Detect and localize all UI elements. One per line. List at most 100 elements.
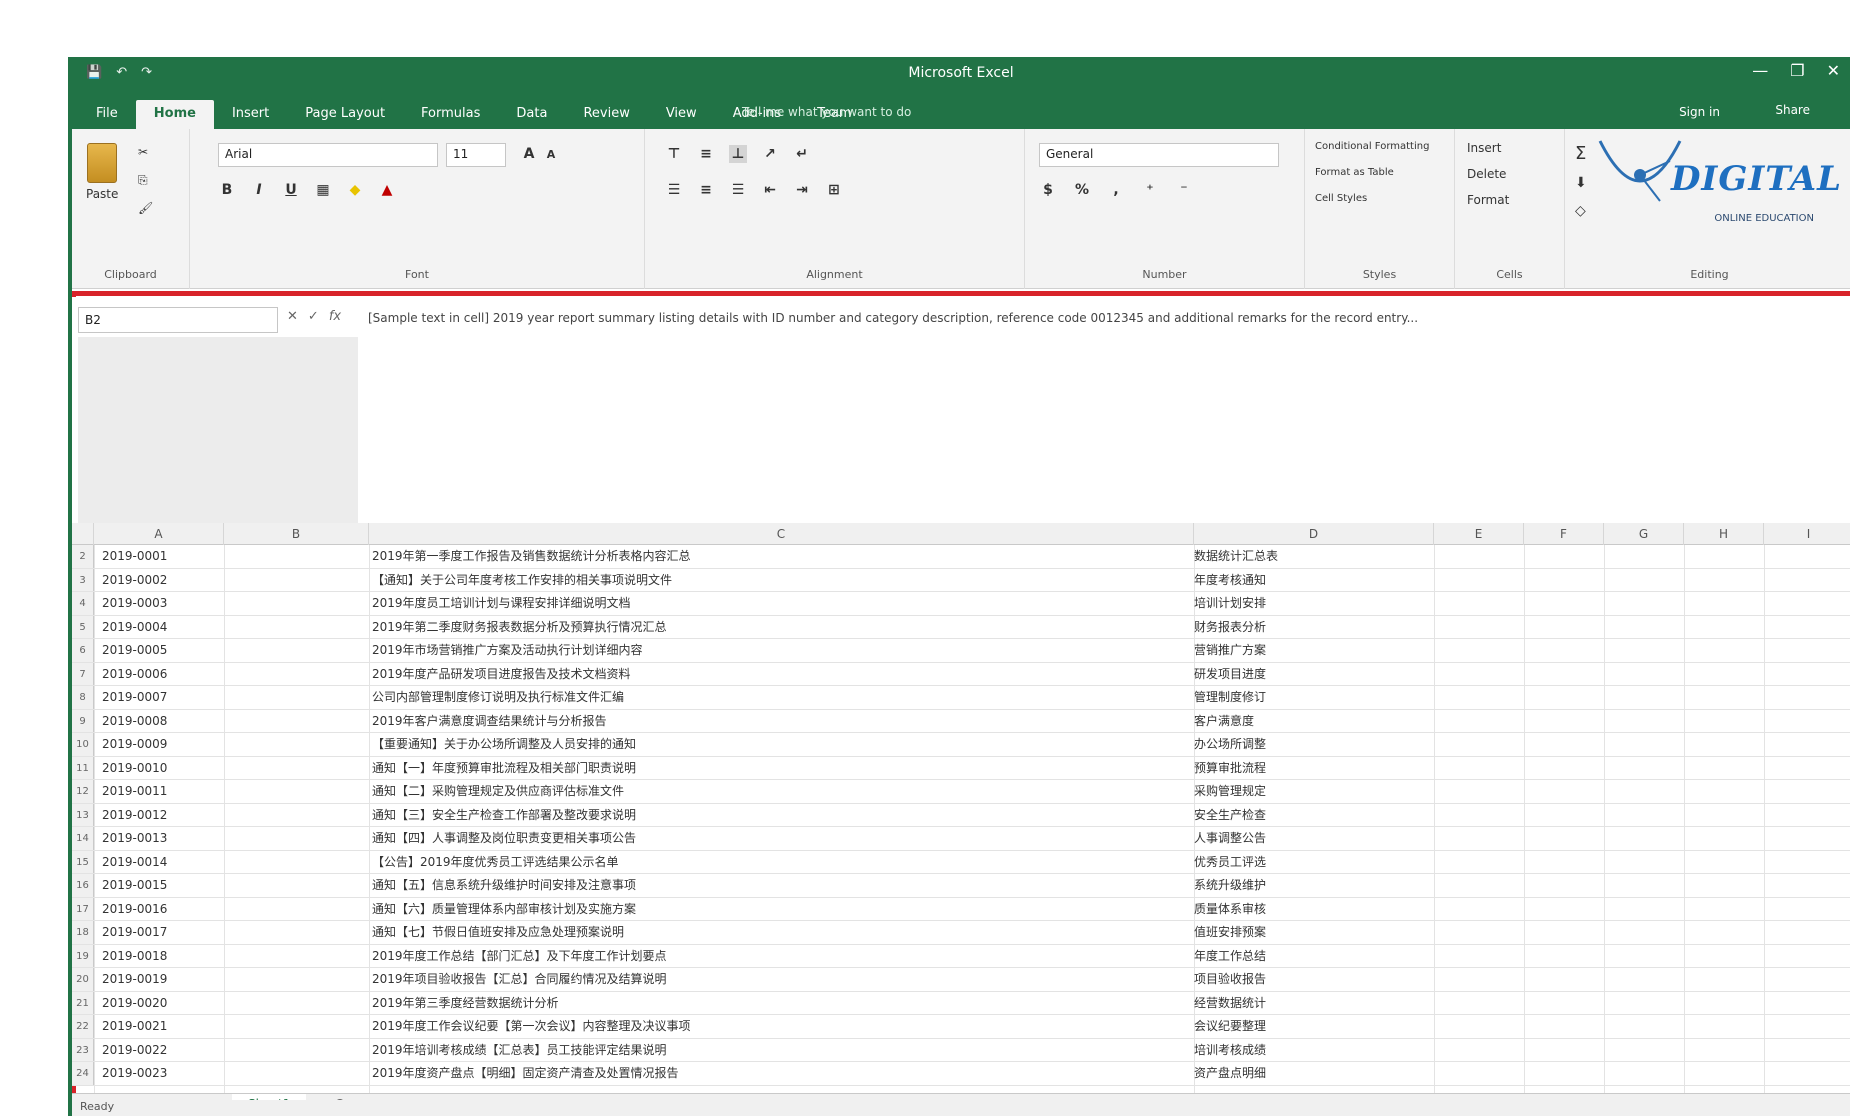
decrease-indent-icon[interactable]: ⇤ <box>761 181 779 199</box>
cell-c[interactable]: 安全生产检查 <box>1194 804 1434 827</box>
cell-c[interactable]: 培训计划安排 <box>1194 592 1434 615</box>
font-size-select[interactable]: 11 <box>446 143 506 167</box>
tab-insert[interactable]: Insert <box>214 100 287 129</box>
cell-c[interactable]: 研发项目进度 <box>1194 663 1434 686</box>
cell-c[interactable]: 项目验收报告 <box>1194 968 1434 991</box>
row-header[interactable]: 12 <box>72 780 94 803</box>
cell-a[interactable]: 2019-0016 <box>102 898 222 921</box>
cell-c[interactable]: 资产盘点明细 <box>1194 1062 1434 1085</box>
italic-icon[interactable]: I <box>250 181 268 199</box>
select-all-corner[interactable] <box>72 523 94 545</box>
cell-a[interactable]: 2019-0006 <box>102 663 222 686</box>
column-header-c[interactable]: C <box>369 523 1194 545</box>
cell-b[interactable]: 2019年第二季度财务报表数据分析及预算执行情况汇总 <box>372 616 1072 639</box>
clear-icon[interactable]: ◇ <box>1575 203 1586 219</box>
row-header[interactable]: 10 <box>72 733 94 756</box>
cut-icon[interactable]: ✂ <box>138 145 148 159</box>
cell-c[interactable]: 数据统计汇总表 <box>1194 545 1434 568</box>
cell-a[interactable]: 2019-0020 <box>102 992 222 1015</box>
cell-b[interactable]: 2019年度资产盘点【明细】固定资产清查及处置情况报告 <box>372 1062 1072 1085</box>
cell-b[interactable]: 2019年第三季度经营数据统计分析 <box>372 992 1072 1015</box>
tab-file[interactable]: File <box>78 100 136 129</box>
percent-icon[interactable]: % <box>1073 181 1091 199</box>
cell-c[interactable]: 会议纪要整理 <box>1194 1015 1434 1038</box>
row-header[interactable]: 6 <box>72 639 94 662</box>
cell-b[interactable]: 2019年客户满意度调查结果统计与分析报告 <box>372 710 1072 733</box>
cell-a[interactable]: 2019-0001 <box>102 545 222 568</box>
decrease-decimal-icon[interactable]: ⁻ <box>1175 181 1193 199</box>
cell-a[interactable]: 2019-0009 <box>102 733 222 756</box>
cell-b[interactable]: 通知【二】采购管理规定及供应商评估标准文件 <box>372 780 1072 803</box>
align-top-icon[interactable]: ⊤ <box>665 145 683 163</box>
tab-home[interactable]: Home <box>135 100 214 129</box>
column-header-i[interactable]: I <box>1764 523 1850 545</box>
cell-b[interactable]: 通知【七】节假日值班安排及应急处理预案说明 <box>372 921 1072 944</box>
cell-b[interactable]: 2019年项目验收报告【汇总】合同履约情况及结算说明 <box>372 968 1072 991</box>
row-header[interactable]: 7 <box>72 662 94 685</box>
align-left-icon[interactable]: ☰ <box>665 181 683 199</box>
cell-a[interactable]: 2019-0005 <box>102 639 222 662</box>
row-header[interactable]: 4 <box>72 592 94 615</box>
cell-b[interactable]: 2019年度产品研发项目进度报告及技术文档资料 <box>372 663 1072 686</box>
tab-view[interactable]: View <box>648 100 715 129</box>
cell-b[interactable]: 通知【三】安全生产检查工作部署及整改要求说明 <box>372 804 1072 827</box>
paste-button[interactable]: Paste <box>86 143 118 201</box>
cell-styles-button[interactable]: Cell Styles <box>1315 193 1367 204</box>
copy-icon[interactable]: ⎘ <box>138 173 148 188</box>
row-header[interactable]: 13 <box>72 803 94 826</box>
fill-icon[interactable]: ⬇ <box>1575 175 1587 191</box>
row-header[interactable]: 5 <box>72 615 94 638</box>
column-header-f[interactable]: F <box>1524 523 1604 545</box>
share-button[interactable]: Share <box>1775 103 1810 117</box>
column-header-d[interactable]: D <box>1194 523 1434 545</box>
orientation-icon[interactable]: ↗ <box>761 145 779 163</box>
cell-c[interactable]: 管理制度修订 <box>1194 686 1434 709</box>
cell-c[interactable]: 培训考核成绩 <box>1194 1039 1434 1062</box>
row-header[interactable]: 17 <box>72 897 94 920</box>
tell-me-search[interactable]: Tell me what you want to do <box>742 105 911 119</box>
cell-c[interactable]: 人事调整公告 <box>1194 827 1434 850</box>
row-header[interactable]: 20 <box>72 968 94 991</box>
row-header[interactable]: 2 <box>72 545 94 568</box>
cell-a[interactable]: 2019-0003 <box>102 592 222 615</box>
cell-b[interactable]: 【通知】关于公司年度考核工作安排的相关事项说明文件 <box>372 569 1072 592</box>
cell-b[interactable]: 2019年第一季度工作报告及销售数据统计分析表格内容汇总 <box>372 545 1072 568</box>
cell-c[interactable]: 优秀员工评选 <box>1194 851 1434 874</box>
conditional-formatting-button[interactable]: Conditional Formatting <box>1315 141 1429 152</box>
cell-a[interactable]: 2019-0023 <box>102 1062 222 1085</box>
comma-icon[interactable]: , <box>1107 181 1125 199</box>
row-header[interactable]: 19 <box>72 944 94 967</box>
cell-a[interactable]: 2019-0015 <box>102 874 222 897</box>
row-header[interactable]: 14 <box>72 827 94 850</box>
cancel-icon[interactable]: ✕ <box>287 309 298 324</box>
cell-b[interactable]: 2019年培训考核成绩【汇总表】员工技能评定结果说明 <box>372 1039 1072 1062</box>
cell-c[interactable]: 营销推广方案 <box>1194 639 1434 662</box>
close-icon[interactable]: ✕ <box>1827 61 1840 80</box>
cell-a[interactable]: 2019-0018 <box>102 945 222 968</box>
cell-a[interactable]: 2019-0002 <box>102 569 222 592</box>
row-header[interactable]: 8 <box>72 686 94 709</box>
row-header[interactable]: 9 <box>72 709 94 732</box>
cell-a[interactable]: 2019-0017 <box>102 921 222 944</box>
cell-c[interactable]: 年度考核通知 <box>1194 569 1434 592</box>
insert-cells-button[interactable]: Insert <box>1467 141 1501 155</box>
column-header-e[interactable]: E <box>1434 523 1524 545</box>
column-header-h[interactable]: H <box>1684 523 1764 545</box>
cell-a[interactable]: 2019-0013 <box>102 827 222 850</box>
function-icon[interactable]: fx <box>329 309 341 324</box>
font-name-select[interactable]: Arial <box>218 143 438 167</box>
cell-a[interactable]: 2019-0007 <box>102 686 222 709</box>
format-as-table-button[interactable]: Format as Table <box>1315 167 1394 178</box>
increase-decimal-icon[interactable]: ⁺ <box>1141 181 1159 199</box>
decrease-font-icon[interactable]: A <box>542 145 560 163</box>
column-header-g[interactable]: G <box>1604 523 1684 545</box>
tab-data[interactable]: Data <box>498 100 565 129</box>
row-header[interactable]: 24 <box>72 1062 94 1085</box>
border-icon[interactable]: ▦ <box>314 181 332 199</box>
worksheet-grid[interactable]: 2 2019-0001 2019年第一季度工作报告及销售数据统计分析表格内容汇总 数据… <box>72 545 1850 1093</box>
cell-c[interactable]: 办公场所调整 <box>1194 733 1434 756</box>
delete-cells-button[interactable]: Delete <box>1467 167 1506 181</box>
sign-in-link[interactable]: Sign in <box>1679 105 1720 119</box>
formula-input[interactable]: [Sample text in cell] 2019 year report s… <box>368 307 1840 517</box>
bold-icon[interactable]: B <box>218 181 236 199</box>
